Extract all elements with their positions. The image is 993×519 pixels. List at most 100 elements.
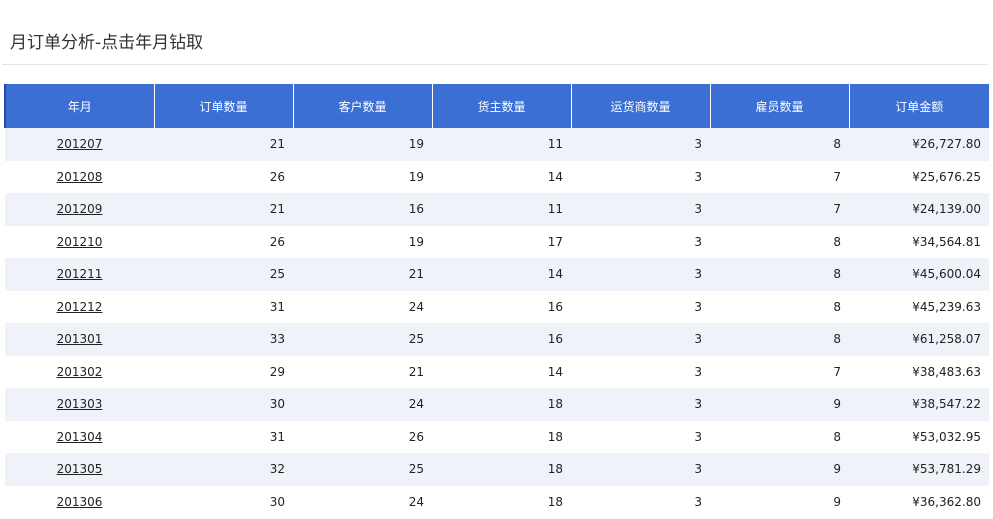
header-order-amount[interactable]: 订单金额 — [848, 84, 989, 128]
order-count-cell: 30 — [154, 388, 293, 421]
customer-count-cell: 24 — [293, 388, 432, 421]
order-amount-cell: ¥61,258.07 — [849, 323, 989, 356]
order-count-cell: 31 — [154, 420, 293, 453]
customer-count-cell: 24 — [293, 485, 432, 518]
carrier-count-cell: 3 — [571, 453, 710, 486]
carrier-count-cell: 3 — [571, 193, 710, 226]
employee-count-cell: 7 — [710, 160, 849, 193]
order-amount-cell: ¥26,727.80 — [849, 128, 989, 161]
order-count-cell: 26 — [154, 160, 293, 193]
order-amount-cell: ¥24,139.00 — [849, 193, 989, 226]
order-count-cell: 25 — [154, 258, 293, 291]
table-row: 201212 31 24 16 3 8 ¥45,239.63 — [5, 290, 989, 323]
table-row: 201304 31 26 18 3 8 ¥53,032.95 — [5, 420, 989, 453]
shipper-count-cell: 17 — [432, 225, 571, 258]
shipper-count-cell: 11 — [432, 128, 571, 161]
header-employee-count[interactable]: 雇员数量 — [709, 84, 849, 128]
shipper-count-cell: 16 — [432, 323, 571, 356]
order-amount-cell: ¥38,547.22 — [849, 388, 989, 421]
employee-count-cell: 7 — [710, 355, 849, 388]
employee-count-cell: 9 — [710, 388, 849, 421]
report-page: 月订单分析-点击年月钻取 年月 订单数量 客户数量 货主数量 运货商数量 雇员数… — [0, 0, 993, 519]
carrier-count-cell: 3 — [571, 160, 710, 193]
table-row: 201302 29 21 14 3 7 ¥38,483.63 — [5, 355, 989, 388]
header-order-count[interactable]: 订单数量 — [153, 84, 293, 128]
order-count-cell: 26 — [154, 225, 293, 258]
order-count-cell: 31 — [154, 290, 293, 323]
carrier-count-cell: 3 — [571, 323, 710, 356]
year-month-link[interactable]: 201212 — [5, 290, 154, 323]
year-month-link[interactable]: 201209 — [5, 193, 154, 226]
order-amount-cell: ¥25,676.25 — [849, 160, 989, 193]
shipper-count-cell: 18 — [432, 453, 571, 486]
carrier-count-cell: 3 — [571, 420, 710, 453]
carrier-count-cell: 3 — [571, 355, 710, 388]
table-row: 201211 25 21 14 3 8 ¥45,600.04 — [5, 258, 989, 291]
customer-count-cell: 19 — [293, 225, 432, 258]
year-month-link[interactable]: 201306 — [5, 485, 154, 518]
table-row: 201303 30 24 18 3 9 ¥38,547.22 — [5, 388, 989, 421]
customer-count-cell: 19 — [293, 160, 432, 193]
year-month-link[interactable]: 201304 — [5, 420, 154, 453]
table-row: 201306 30 24 18 3 9 ¥36,362.80 — [5, 485, 989, 518]
shipper-count-cell: 14 — [432, 355, 571, 388]
year-month-link[interactable]: 201303 — [5, 388, 154, 421]
employee-count-cell: 9 — [710, 453, 849, 486]
header-carrier-count[interactable]: 运货商数量 — [570, 84, 710, 128]
carrier-count-cell: 3 — [571, 225, 710, 258]
year-month-link[interactable]: 201302 — [5, 355, 154, 388]
header-shipper-count[interactable]: 货主数量 — [431, 84, 571, 128]
employee-count-cell: 8 — [710, 258, 849, 291]
year-month-link[interactable]: 201211 — [5, 258, 154, 291]
table-row: 201305 32 25 18 3 9 ¥53,781.29 — [5, 453, 989, 486]
shipper-count-cell: 16 — [432, 290, 571, 323]
year-month-link[interactable]: 201210 — [5, 225, 154, 258]
shipper-count-cell: 11 — [432, 193, 571, 226]
order-amount-cell: ¥34,564.81 — [849, 225, 989, 258]
year-month-link[interactable]: 201305 — [5, 453, 154, 486]
shipper-count-cell: 18 — [432, 388, 571, 421]
carrier-count-cell: 3 — [571, 128, 710, 161]
customer-count-cell: 16 — [293, 193, 432, 226]
table-row: 201301 33 25 16 3 8 ¥61,258.07 — [5, 323, 989, 356]
table-row: 201209 21 16 11 3 7 ¥24,139.00 — [5, 193, 989, 226]
order-count-cell: 29 — [154, 355, 293, 388]
order-amount-cell: ¥45,239.63 — [849, 290, 989, 323]
table-row: 201207 21 19 11 3 8 ¥26,727.80 — [5, 128, 989, 161]
order-count-cell: 33 — [154, 323, 293, 356]
shipper-count-cell: 14 — [432, 258, 571, 291]
order-count-cell: 21 — [154, 193, 293, 226]
order-count-cell: 32 — [154, 453, 293, 486]
order-amount-cell: ¥53,032.95 — [849, 420, 989, 453]
order-amount-cell: ¥53,781.29 — [849, 453, 989, 486]
header-year-month[interactable]: 年月 — [4, 84, 154, 128]
carrier-count-cell: 3 — [571, 290, 710, 323]
carrier-count-cell: 3 — [571, 485, 710, 518]
employee-count-cell: 7 — [710, 193, 849, 226]
table-row: 201210 26 19 17 3 8 ¥34,564.81 — [5, 225, 989, 258]
customer-count-cell: 21 — [293, 258, 432, 291]
customer-count-cell: 25 — [293, 323, 432, 356]
monthly-order-table: 年月 订单数量 客户数量 货主数量 运货商数量 雇员数量 订单金额 201207… — [4, 84, 989, 518]
employee-count-cell: 8 — [710, 323, 849, 356]
customer-count-cell: 21 — [293, 355, 432, 388]
order-amount-cell: ¥36,362.80 — [849, 485, 989, 518]
customer-count-cell: 24 — [293, 290, 432, 323]
title-divider — [2, 64, 987, 65]
customer-count-cell: 25 — [293, 453, 432, 486]
order-count-cell: 21 — [154, 128, 293, 161]
shipper-count-cell: 18 — [432, 420, 571, 453]
order-count-cell: 30 — [154, 485, 293, 518]
carrier-count-cell: 3 — [571, 388, 710, 421]
year-month-link[interactable]: 201207 — [5, 128, 154, 161]
header-customer-count[interactable]: 客户数量 — [292, 84, 432, 128]
carrier-count-cell: 3 — [571, 258, 710, 291]
year-month-link[interactable]: 201208 — [5, 160, 154, 193]
customer-count-cell: 19 — [293, 128, 432, 161]
employee-count-cell: 8 — [710, 420, 849, 453]
year-month-link[interactable]: 201301 — [5, 323, 154, 356]
employee-count-cell: 8 — [710, 225, 849, 258]
employee-count-cell: 9 — [710, 485, 849, 518]
customer-count-cell: 26 — [293, 420, 432, 453]
shipper-count-cell: 18 — [432, 485, 571, 518]
